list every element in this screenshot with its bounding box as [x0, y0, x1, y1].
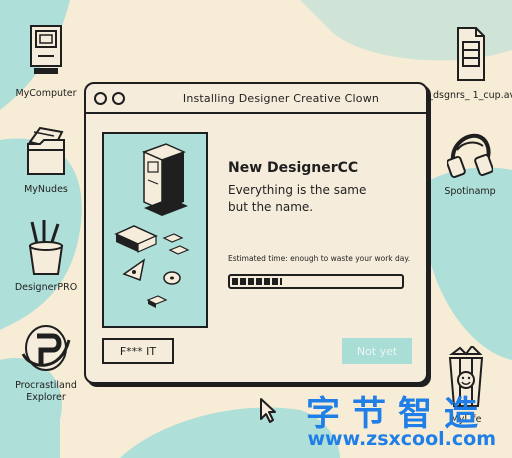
watermark-url-text: www.zsxcool.com [307, 428, 497, 450]
desktop-icon-spotinamp[interactable]: Spotinamp [420, 130, 512, 198]
desktop-icon-label: 2_dsgnrs_ 1_cup.avi [422, 90, 512, 101]
desktop-icon-video[interactable]: 2_dsgnrs_ 1_cup.avi [420, 24, 512, 102]
window-titlebar[interactable]: Installing Designer Creative Clown [86, 84, 426, 114]
minimize-dot-icon[interactable] [112, 92, 125, 105]
folder-icon [27, 126, 65, 175]
installer-description: Everything is the same but the name. [228, 182, 418, 216]
desktop-icon-designerpro[interactable]: DesignerPRO [0, 218, 96, 294]
desktop-icon-label: MyComputer [15, 88, 77, 99]
explorer-icon [21, 325, 71, 371]
installer-heading: New DesignerCC [228, 160, 359, 176]
close-dot-icon[interactable] [94, 92, 107, 105]
desktop-icon-label: DesignerPRO [14, 282, 78, 293]
installer-window: Installing Designer Creative Clown New D… [84, 82, 428, 384]
desktop-icon-mynudes[interactable]: MyNudes [0, 124, 96, 196]
installer-illustration [102, 132, 208, 328]
watermark: 字节智造 www.zsxcool.com [292, 386, 500, 452]
description-line: but the name. [228, 200, 314, 214]
desktop-icon-label: MyNudes [24, 184, 68, 195]
description-line: Everything is the same [228, 183, 367, 197]
desktop: MyComputer MyNudes DesignerPRO Procrasti… [0, 0, 512, 458]
desktop-icon-explorer[interactable]: Procrastiland Explorer [0, 320, 96, 404]
not-yet-button: Not yet [342, 338, 412, 364]
estimated-time-text: Estimated time: enough to waste your wor… [228, 254, 411, 263]
install-progress-bar [228, 274, 404, 289]
computer-parts-icon [114, 143, 190, 308]
desktop-icon-mycomputer[interactable]: MyComputer [0, 22, 96, 100]
video-file-icon [457, 27, 485, 81]
mouse-cursor-icon [260, 398, 276, 423]
computer-icon [30, 25, 62, 74]
desktop-icon-label: Procrastiland Explorer [15, 380, 77, 403]
f-it-button[interactable]: F*** IT [102, 338, 174, 364]
progress-fill [232, 278, 283, 285]
headphones-icon [447, 133, 493, 179]
desktop-icon-label: Spotinamp [444, 186, 496, 197]
window-title: Installing Designer Creative Clown [182, 92, 380, 105]
brush-cup-icon [28, 220, 64, 275]
